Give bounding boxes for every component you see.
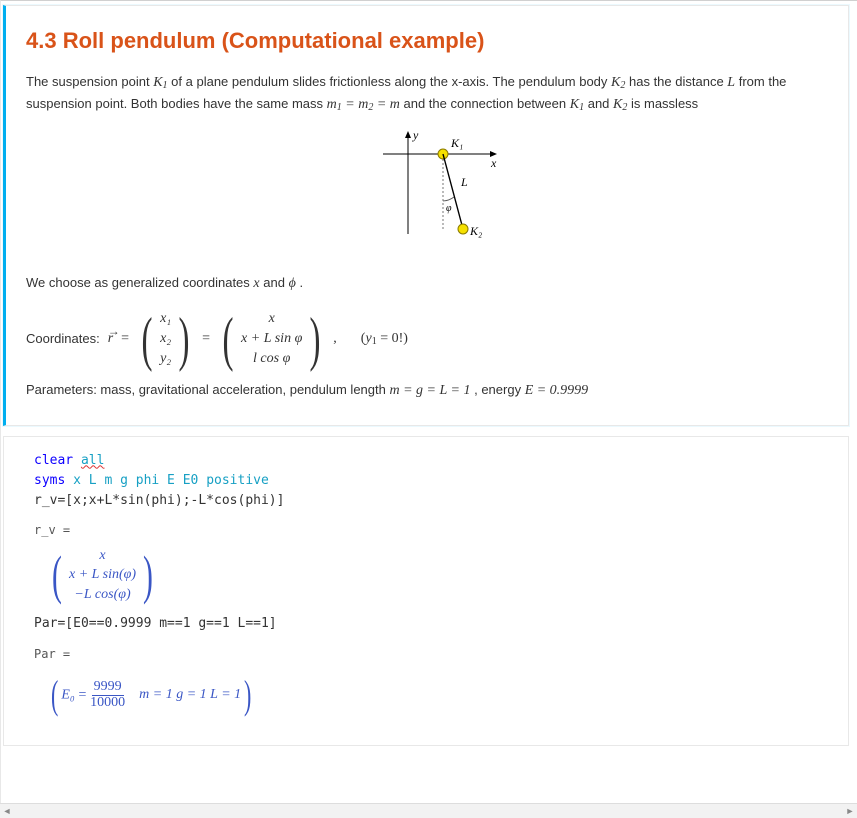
- y-axis-label: y: [412, 129, 419, 142]
- output-var-par: Par =: [34, 645, 830, 664]
- code-block-1[interactable]: clear all syms x L m g phi E E0 positive…: [34, 451, 830, 511]
- coordinates-equation: Coordinates: →r = ( x₁ x₂ y₂ ) = ( x x +…: [26, 309, 830, 368]
- mass-relation: m1 = m2 = m: [327, 97, 400, 112]
- section-heading: 4.3 Roll pendulum (Computational example…: [26, 24, 830, 58]
- intro-paragraph: The suspension point K1 of a plane pendu…: [26, 72, 830, 117]
- k2-label: K₂: [469, 224, 482, 238]
- section-title: Roll pendulum (Computational example): [63, 28, 485, 53]
- scroll-track[interactable]: [14, 804, 843, 818]
- coord-choice: We choose as generalized coordinates x a…: [26, 273, 830, 295]
- scroll-left-arrow-icon[interactable]: ◄: [0, 804, 14, 818]
- length-label: L: [460, 175, 468, 189]
- code-block-2[interactable]: Par=[E0==0.9999 m==1 g==1 L==1]: [34, 614, 830, 634]
- text-cell[interactable]: 4.3 Roll pendulum (Computational example…: [3, 5, 849, 426]
- scroll-right-arrow-icon[interactable]: ►: [843, 804, 857, 818]
- pendulum-diagram: y x K₁ K₂ L φ: [26, 129, 830, 255]
- section-number: 4.3: [26, 28, 57, 53]
- parameters-line: Parameters: mass, gravitational accelera…: [26, 380, 830, 402]
- output-matrix-rv: ( x x + L sin(φ) −L cos(φ) ): [48, 546, 830, 605]
- code-cell[interactable]: clear all syms x L m g phi E E0 positive…: [3, 436, 849, 747]
- output-var-rv: r_v =: [34, 521, 830, 540]
- output-row-par: ( E₀ = 9999 10000 m = 1 g = 1 L = 1 ): [48, 669, 830, 721]
- k1-label: K₁: [450, 136, 463, 150]
- phi-label: φ: [446, 203, 452, 214]
- horizontal-scrollbar[interactable]: ◄ ►: [0, 803, 857, 818]
- document-page: 4.3 Roll pendulum (Computational example…: [0, 0, 857, 818]
- y1-note: (y1 = 0!): [361, 328, 408, 350]
- x-axis-label: x: [490, 156, 497, 170]
